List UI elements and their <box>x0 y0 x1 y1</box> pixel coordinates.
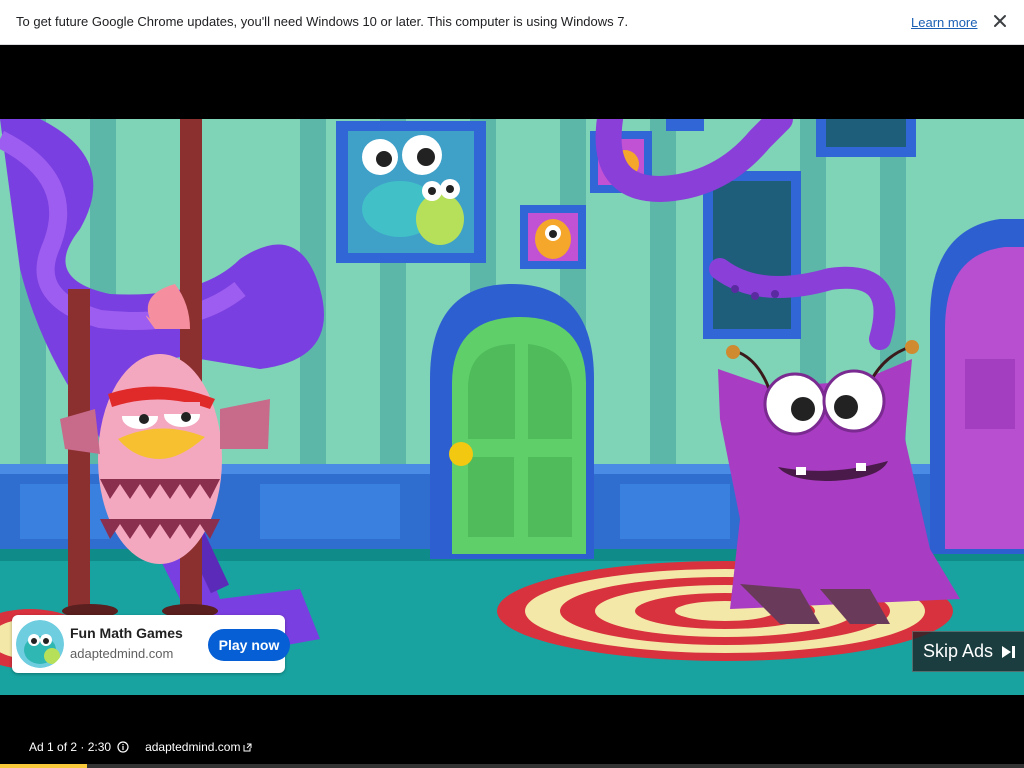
ad-counter: Ad 1 of 2 · 2:30 <box>29 740 112 754</box>
ad-progress-bar[interactable] <box>0 764 1024 768</box>
video-player[interactable]: Fun Math Games adaptedmind.com Play now … <box>0 45 1024 768</box>
ad-info-bar: Ad 1 of 2 · 2:30 adaptedmind.com <box>29 740 252 754</box>
advertiser-avatar[interactable] <box>16 620 64 668</box>
skip-ads-label: Skip Ads <box>923 641 994 661</box>
ad-progress-fill <box>0 764 88 768</box>
infobar-message: To get future Google Chrome updates, you… <box>16 14 629 29</box>
close-icon[interactable] <box>988 9 1012 33</box>
info-icon[interactable] <box>117 741 129 753</box>
skip-ads-button[interactable]: Skip Ads <box>912 631 1024 672</box>
ad-card[interactable]: Fun Math Games adaptedmind.com Play now <box>12 615 290 673</box>
learn-more-link[interactable]: Learn more <box>911 15 977 30</box>
update-infobar: To get future Google Chrome updates, you… <box>0 0 1024 45</box>
video-frame[interactable] <box>0 119 1024 695</box>
advertiser-url-link[interactable]: adaptedmind.com <box>145 740 240 754</box>
skip-next-icon <box>1001 645 1017 659</box>
play-now-button[interactable]: Play now <box>208 629 290 661</box>
external-link-icon <box>243 743 252 752</box>
cartoon-scene-image <box>0 119 1024 695</box>
ad-title[interactable]: Fun Math Games <box>70 625 183 641</box>
ad-domain: adaptedmind.com <box>70 646 174 661</box>
